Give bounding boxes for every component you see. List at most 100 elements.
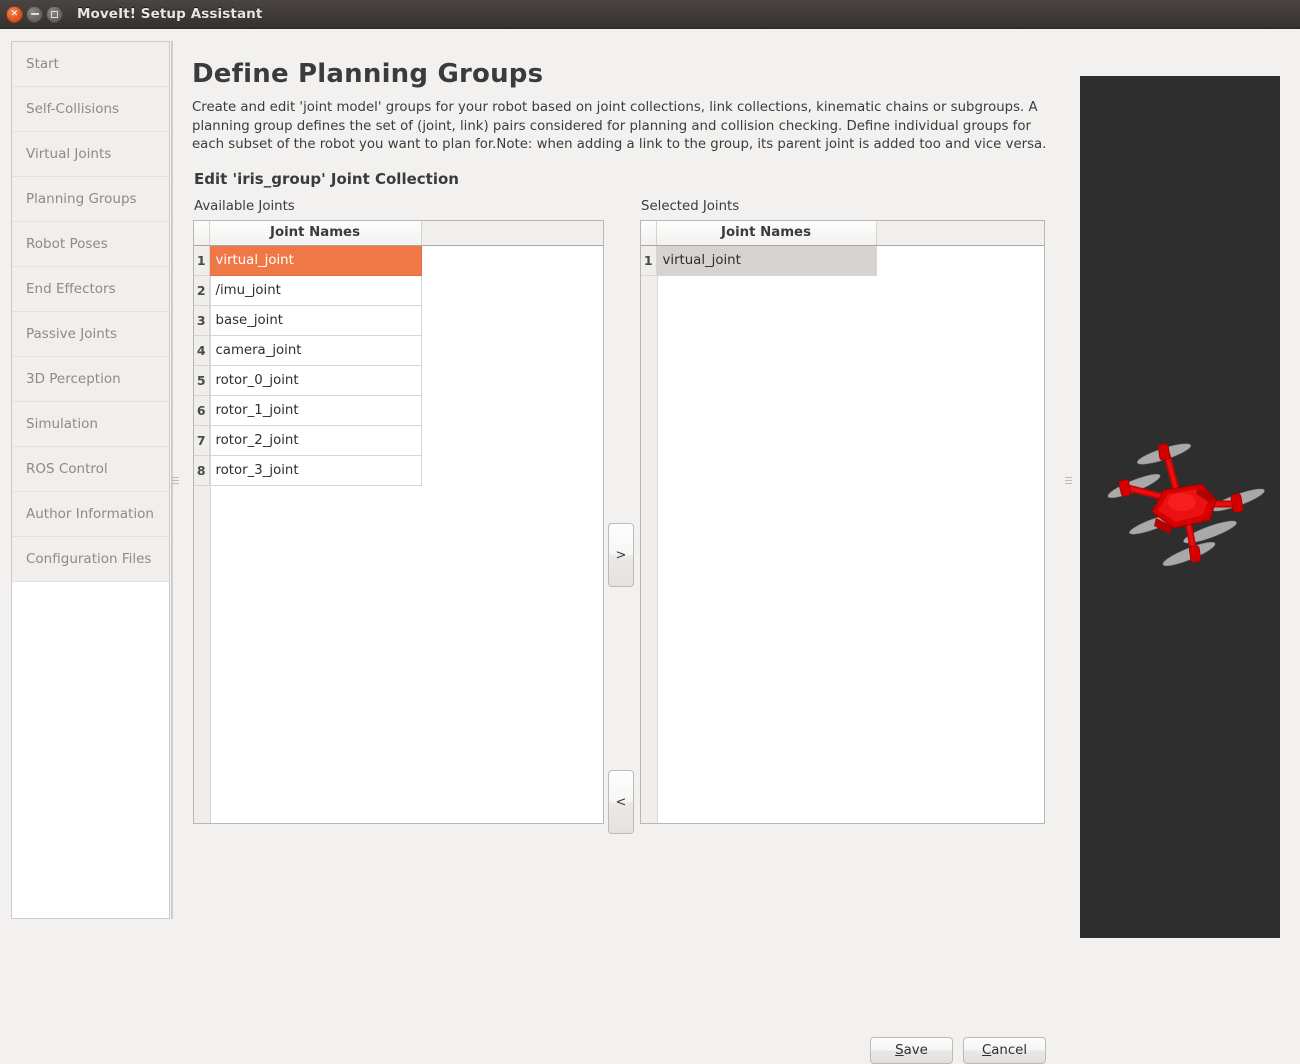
maximize-icon[interactable] [46,5,63,23]
navigation-sidebar: Start Self-Collisions Virtual Joints Pla… [11,41,170,919]
sidebar-item-label: Simulation [26,416,98,432]
sidebar-item-label: Self-Collisions [26,101,120,117]
table-row[interactable]: 3 base_joint [194,305,603,336]
row-index: 3 [194,305,210,336]
grip-dots-icon [1064,476,1072,484]
row-filler [421,305,603,335]
minimize-icon[interactable] [26,5,43,23]
table-row[interactable]: 5 rotor_0_joint [194,365,603,396]
sidebar-item-robot-poses[interactable]: Robot Poses [12,222,169,267]
cancel-button[interactable]: Cancel [963,1037,1046,1064]
sidebar-item-passive-joints[interactable]: Passive Joints [12,312,169,357]
sidebar-item-3d-perception[interactable]: 3D Perception [12,357,169,402]
remove-joint-label: < [615,794,627,810]
joint-name-cell[interactable]: rotor_2_joint [209,425,422,456]
cancel-mnemonic: C [981,1043,992,1058]
joint-name-cell[interactable]: virtual_joint [209,245,422,276]
table-row[interactable]: 8 rotor_3_joint [194,455,603,486]
sidebar-item-label: 3D Perception [26,371,121,387]
close-icon[interactable]: ✕ [6,5,23,23]
table-row[interactable]: 1 virtual_joint [641,245,1044,276]
window-controls: ✕ [6,5,63,23]
table-header-row: Joint Names [641,221,1044,246]
sidebar-item-virtual-joints[interactable]: Virtual Joints [12,132,169,177]
row-filler [421,425,603,455]
row-index: 5 [194,365,210,396]
remove-joint-button[interactable]: < [608,770,634,834]
selected-header-filler [876,221,1044,246]
add-joint-label: > [615,547,627,563]
table-row[interactable]: 1 virtual_joint [194,245,603,276]
sidebar-item-label: Start [26,56,59,72]
page-title: Define Planning Groups [192,59,544,89]
save-rest: ave [903,1043,928,1058]
row-filler [876,245,1044,275]
available-column-header[interactable]: Joint Names [209,221,422,246]
save-button-label: Save [895,1043,928,1058]
available-header-filler [421,221,603,246]
row-number-gutter [641,221,658,823]
row-index: 1 [641,245,657,276]
joint-name-cell[interactable]: /imu_joint [209,275,422,306]
joint-name-cell[interactable]: camera_joint [209,335,422,366]
available-joints-table[interactable]: Joint Names 1 virtual_joint 2 /imu_joint… [194,221,603,486]
selected-joints-panel[interactable]: Joint Names 1 virtual_joint [640,220,1045,824]
joint-name-cell[interactable]: virtual_joint [656,245,877,276]
main-content: Define Planning Groups Create and edit '… [186,41,1054,1064]
sidebar-item-end-effectors[interactable]: End Effectors [12,267,169,312]
sidebar-item-author-information[interactable]: Author Information [12,492,169,537]
joint-name-cell[interactable]: base_joint [209,305,422,336]
sidebar-item-label: Virtual Joints [26,146,112,162]
row-number-header [641,221,657,246]
row-index: 1 [194,245,210,276]
sidebar-item-label: Author Information [26,506,154,522]
row-index: 4 [194,335,210,366]
sidebar-item-label: ROS Control [26,461,108,477]
sidebar-item-self-collisions[interactable]: Self-Collisions [12,87,169,132]
joint-name-cell[interactable]: rotor_3_joint [209,455,422,486]
window-body: Start Self-Collisions Virtual Joints Pla… [0,29,1300,1064]
row-filler [421,365,603,395]
row-index: 2 [194,275,210,306]
table-row[interactable]: 6 rotor_1_joint [194,395,603,426]
joint-transfer-area: Available Joints Joint Names 1 virtual_j… [186,199,1054,1064]
sidebar-item-start[interactable]: Start [12,42,169,87]
add-joint-button[interactable]: > [608,523,634,587]
selected-joints-table[interactable]: Joint Names 1 virtual_joint [641,221,1044,276]
left-splitter-handle[interactable] [171,41,179,919]
sidebar-item-label: Configuration Files [26,551,152,567]
selected-joints-label: Selected Joints [641,199,740,214]
row-filler [421,395,603,425]
save-button[interactable]: Save [870,1037,953,1064]
table-row[interactable]: 7 rotor_2_joint [194,425,603,456]
row-filler [421,335,603,365]
table-row[interactable]: 4 camera_joint [194,335,603,366]
sidebar-item-planning-groups[interactable]: Planning Groups [12,177,169,222]
robot-3d-viewport[interactable] [1080,76,1280,938]
row-filler [421,245,603,275]
row-filler [421,275,603,305]
selected-column-header[interactable]: Joint Names [656,221,877,246]
table-header-row: Joint Names [194,221,603,246]
sidebar-item-ros-control[interactable]: ROS Control [12,447,169,492]
row-index: 8 [194,455,210,486]
row-index: 7 [194,425,210,456]
sidebar-item-label: Robot Poses [26,236,108,252]
sidebar-item-configuration-files[interactable]: Configuration Files [12,537,169,582]
row-filler [421,455,603,485]
table-row[interactable]: 2 /imu_joint [194,275,603,306]
joint-name-cell[interactable]: rotor_0_joint [209,365,422,396]
sidebar-item-simulation[interactable]: Simulation [12,402,169,447]
row-index: 6 [194,395,210,426]
grip-dots-icon [171,476,179,484]
sidebar-item-label: Planning Groups [26,191,137,207]
quadrotor-render [1080,76,1280,938]
dialog-buttons: Save Cancel [186,1037,1054,1064]
section-title: Edit 'iris_group' Joint Collection [194,169,459,188]
row-number-header [194,221,210,246]
available-joints-panel[interactable]: Joint Names 1 virtual_joint 2 /imu_joint… [193,220,604,824]
available-joints-label: Available Joints [194,199,295,214]
right-splitter-handle[interactable] [1062,41,1074,919]
joint-name-cell[interactable]: rotor_1_joint [209,395,422,426]
cancel-button-label: Cancel [982,1043,1027,1058]
